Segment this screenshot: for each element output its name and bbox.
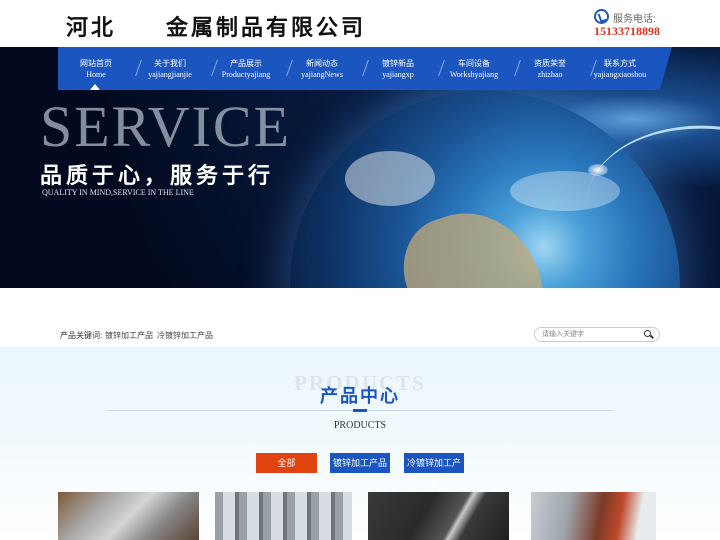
nav-item-label: 关于我们 [154,59,186,68]
keyword-link[interactable]: 镀锌加工产品 [105,330,153,341]
nav-item-label: 网站首页 [80,59,112,68]
nav-item-label: 产品展示 [230,59,262,68]
main-nav: 网站首页 Home 关于我们 yajiangjianjie 产品展示 Produ… [58,47,672,90]
product-thumbnail[interactable] [531,492,656,540]
nav-item-label: 车间设备 [458,59,490,68]
earth-land-south [390,194,560,288]
keyword-divider: | [151,330,154,339]
search-icon[interactable] [644,330,651,337]
company-name: 河北 金属制品有限公司 [66,16,367,41]
nav-item-contact[interactable]: 联系方式 yajiangxiaoshou [582,59,658,80]
products-section: PRODUCTS 产品中心 PRODUCTS 全部 镀锌加工产品 冷镀锌加工产品 [0,347,720,540]
search-input[interactable] [542,329,637,340]
banner-subtitle-en: QUALITY IN MIND,SERVICE IN THE LINE [42,188,194,197]
nav-item-label: 镀锌新品 [382,59,414,68]
comet-trail [586,109,720,217]
nav-item-sublabel: yajiangNews [301,70,343,79]
product-thumbnail[interactable] [58,492,199,540]
keyword-link[interactable]: 冷镀锌加工产品 [157,330,213,341]
hero-banner: 网站首页 Home 关于我们 yajiangjianjie 产品展示 Produ… [0,47,720,288]
keyword-divider: | [209,330,212,339]
phone-icon [594,9,609,24]
nav-item-sublabel: Home [86,70,106,79]
nav-item-new-galvanized[interactable]: 镀锌新品 yajiangxp [360,59,436,80]
tab-galvanized[interactable]: 镀锌加工产品 [330,453,390,473]
banner-subtitle: 品质于心，服务于行 [40,164,275,189]
nav-item-sublabel: yajiangjianjie [148,70,192,79]
nav-item-sublabel: yajiangxiaoshou [593,70,647,79]
section-subtitle: PRODUCTS [333,420,387,431]
tab-all[interactable]: 全部 [256,453,317,473]
nav-item-sublabel: Productyajiang [221,70,271,79]
nav-item-sublabel: Workshyajiang [449,70,499,79]
nav-item-news[interactable]: 新闻动态 yajiangNews [284,59,360,80]
nav-item-home[interactable]: 网站首页 Home [58,59,134,80]
search-box [534,327,660,342]
nav-item-about[interactable]: 关于我们 yajiangjianjie [132,59,208,80]
product-thumbnail[interactable] [215,492,352,540]
tab-cold-galvanized[interactable]: 冷镀锌加工产品 [404,453,464,488]
nav-item-label: 资质荣誉 [534,59,566,68]
nav-item-workshop[interactable]: 车间设备 Workshyajiang [436,59,512,80]
nav-active-caret [90,84,100,90]
nav-item-sublabel: yajiangxp [382,70,414,79]
nav-item-label: 新闻动态 [306,59,338,68]
phone-label: 服务电话: [613,14,656,25]
site-header: 河北 金属制品有限公司 服务电话: 15133718898 [0,0,720,47]
nav-item-qualifications[interactable]: 资质荣誉 zhizhao [512,59,588,80]
banner-title: SERVICE [40,94,292,159]
phone-number[interactable]: 15133718898 [594,24,660,39]
nav-item-sublabel: zhizhao [537,70,563,79]
earth-land-north [345,151,435,206]
nav-item-products[interactable]: 产品展示 Productyajiang [208,59,284,80]
title-divider-accent [353,409,367,412]
keywords-label: 产品关键词: [60,331,103,340]
keyword-search-bar: 产品关键词: 镀锌加工产品 | 冷镀锌加工产品 | [0,288,720,347]
section-title: 产品中心 [320,386,400,407]
comet-head [588,164,608,176]
product-thumbnail[interactable] [368,492,509,540]
nav-item-label: 联系方式 [604,59,636,68]
